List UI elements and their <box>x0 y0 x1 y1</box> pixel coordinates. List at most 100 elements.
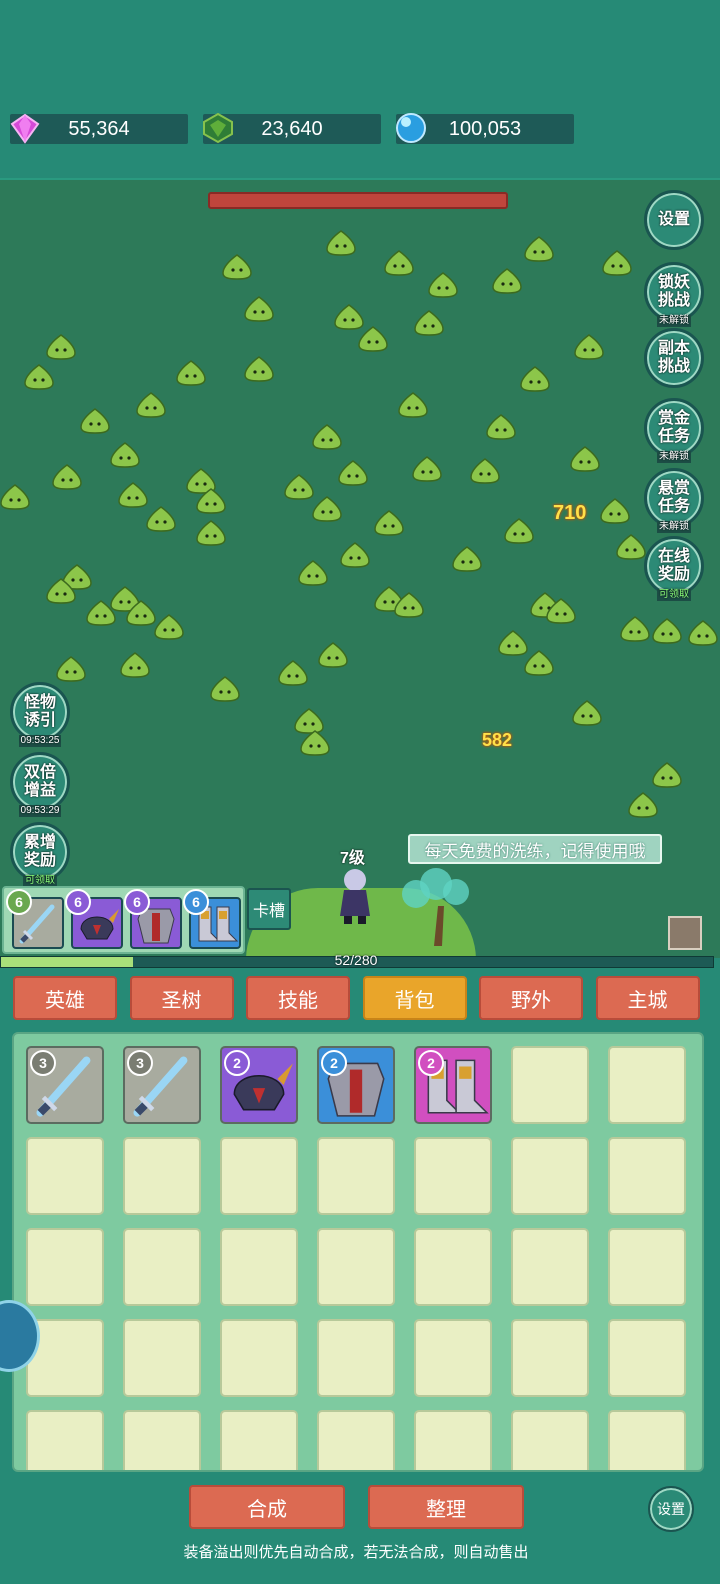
side-button-label: 挑战 <box>657 358 690 375</box>
hero-level: 7级 <box>340 850 365 867</box>
currency-value: 55,364 <box>68 117 130 140</box>
side-button[interactable]: 累增 奖励 可领取 <box>10 822 70 887</box>
inventory-cell[interactable] <box>26 1410 104 1470</box>
currency-green-gems: 23,640 <box>203 112 381 144</box>
slime-monster <box>652 762 682 788</box>
side-button-status: 未解锁 <box>657 521 691 533</box>
inventory-cell[interactable] <box>26 1228 104 1306</box>
inventory-cell[interactable] <box>511 1046 589 1124</box>
battle-field[interactable]: 710 582 7级 每天免费的洗练，记得使用哦 <box>0 178 720 958</box>
side-button-status: 09:53:25 <box>18 735 62 747</box>
inventory-cell[interactable]: 2 <box>414 1046 492 1124</box>
inventory-cell[interactable] <box>608 1319 686 1397</box>
sort-button[interactable]: 整理 <box>368 1485 524 1529</box>
side-button-label: 任务 <box>657 428 690 445</box>
slime-monster <box>326 230 356 256</box>
slime-monster <box>120 652 150 678</box>
slime-monster <box>524 236 554 262</box>
tab-1[interactable]: 圣树 <box>129 976 234 1020</box>
tab-4[interactable]: 野外 <box>479 976 583 1020</box>
green-gem-icon <box>203 112 233 144</box>
tab-2[interactable]: 技能 <box>246 976 350 1020</box>
side-button[interactable]: 赏金 任务 未解锁 <box>644 398 704 463</box>
tab-0[interactable]: 英雄 <box>13 976 117 1020</box>
side-button-status: 未解锁 <box>657 315 691 327</box>
inventory-cell[interactable] <box>414 1410 492 1470</box>
side-button-label: 副本 <box>657 340 690 357</box>
mail-icon[interactable] <box>668 916 702 950</box>
inventory-cell[interactable] <box>511 1137 589 1215</box>
slime-monster <box>546 598 576 624</box>
slime-monster <box>154 614 184 640</box>
slime-monster <box>80 408 110 434</box>
hero-sprite[interactable] <box>330 866 380 926</box>
exp-text: 52/280 <box>334 952 378 968</box>
inventory-cell[interactable]: 2 <box>220 1046 298 1124</box>
inventory-cell[interactable] <box>511 1319 589 1397</box>
inventory-cell[interactable] <box>317 1137 395 1215</box>
inventory-cell[interactable] <box>123 1319 201 1397</box>
side-button[interactable]: 设置 <box>644 190 704 250</box>
slime-monster <box>524 650 554 676</box>
side-button-label: 赏金 <box>657 410 690 427</box>
equipped-slot[interactable]: 6 <box>183 889 241 949</box>
slime-monster <box>46 578 76 604</box>
inventory-cell[interactable] <box>608 1228 686 1306</box>
side-button-label: 在线 <box>657 548 690 565</box>
merge-button[interactable]: 合成 <box>189 1485 345 1529</box>
inventory-cell[interactable]: 3 <box>123 1046 201 1124</box>
inventory-cell[interactable] <box>511 1410 589 1470</box>
inventory-cell[interactable] <box>123 1228 201 1306</box>
level-badge: 3 <box>127 1050 153 1076</box>
slime-monster <box>0 484 30 510</box>
side-button[interactable]: 锁妖 挑战 未解锁 <box>644 262 704 327</box>
inventory-cell[interactable] <box>220 1137 298 1215</box>
tab-5[interactable]: 主城 <box>595 976 700 1020</box>
inventory-cell[interactable] <box>220 1228 298 1306</box>
equipped-slot[interactable]: 6 <box>124 889 182 949</box>
side-button[interactable]: 副本 挑战 <box>644 328 704 388</box>
inventory-cell[interactable]: 2 <box>317 1046 395 1124</box>
slime-monster <box>24 364 54 390</box>
slime-monster <box>300 730 330 756</box>
inventory-cell[interactable] <box>317 1319 395 1397</box>
side-button-status: 未解锁 <box>657 451 691 463</box>
currency-value: 23,640 <box>261 117 323 140</box>
tab-3[interactable]: 背包 <box>362 976 467 1020</box>
side-button[interactable]: 悬赏 任务 未解锁 <box>644 468 704 533</box>
side-button[interactable]: 怪物 诱引 09:53:25 <box>10 682 70 747</box>
inventory-cell[interactable] <box>26 1137 104 1215</box>
side-button[interactable]: 双倍 增益 09:53:29 <box>10 752 70 817</box>
inventory-cell[interactable] <box>123 1137 201 1215</box>
slime-monster <box>284 474 314 500</box>
inventory-cell[interactable] <box>414 1319 492 1397</box>
slime-monster <box>318 642 348 668</box>
side-button-label: 诱引 <box>23 712 56 729</box>
inventory-cell[interactable] <box>608 1046 686 1124</box>
inventory-cell[interactable] <box>220 1319 298 1397</box>
equipped-slot[interactable]: 6 <box>6 889 64 949</box>
card-slot-button[interactable]: 卡槽 <box>247 888 291 930</box>
slime-monster <box>222 254 252 280</box>
side-button[interactable]: 在线 奖励 可领取 <box>644 536 704 601</box>
settings-button[interactable]: 设置 <box>648 1486 694 1532</box>
inventory-cell[interactable] <box>317 1410 395 1470</box>
slime-monster <box>628 792 658 818</box>
slime-monster <box>374 510 404 536</box>
slime-monster <box>146 506 176 532</box>
inventory-cell[interactable]: 3 <box>26 1046 104 1124</box>
equipped-slot[interactable]: 6 <box>65 889 123 949</box>
inventory-cell[interactable] <box>608 1410 686 1470</box>
inventory-cell[interactable] <box>511 1228 589 1306</box>
slime-monster <box>298 560 328 586</box>
inventory-cell[interactable] <box>123 1410 201 1470</box>
purple-gem-icon <box>10 113 40 144</box>
inventory-cell[interactable] <box>414 1228 492 1306</box>
inventory-cell[interactable] <box>317 1228 395 1306</box>
inventory-cell[interactable] <box>414 1137 492 1215</box>
blue-orb-icon <box>396 113 426 143</box>
slime-monster <box>520 366 550 392</box>
inventory-cell[interactable] <box>608 1137 686 1215</box>
inventory-cell[interactable] <box>220 1410 298 1470</box>
tip-banner: 每天免费的洗练，记得使用哦 <box>408 834 662 864</box>
